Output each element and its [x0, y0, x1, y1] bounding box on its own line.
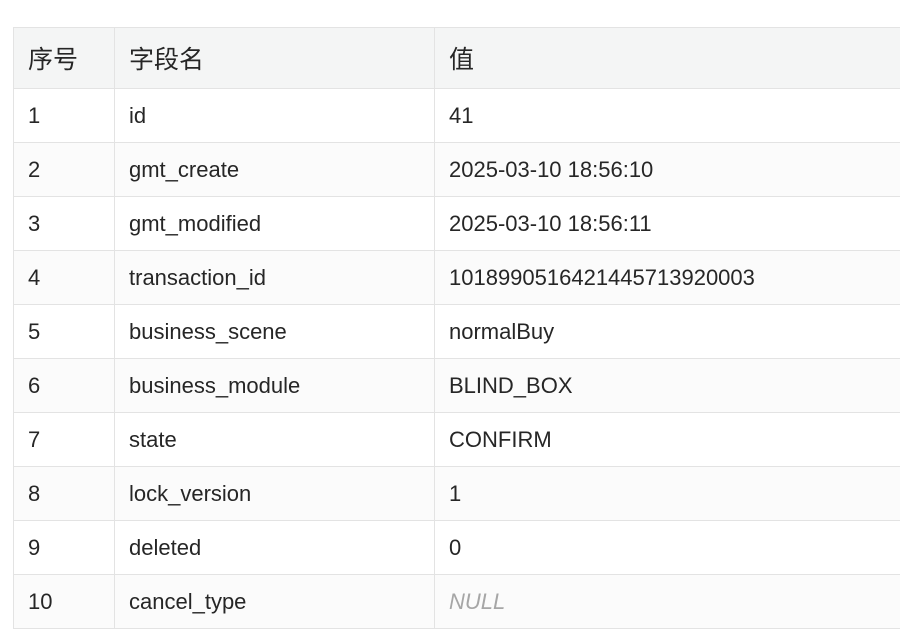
value-cell[interactable]: 1	[434, 466, 900, 521]
row-index-cell[interactable]: 5	[13, 304, 115, 359]
field-name-cell[interactable]: business_module	[114, 358, 435, 413]
field-name-cell[interactable]: id	[114, 88, 435, 143]
field-name-cell[interactable]: gmt_modified	[114, 196, 435, 251]
table-row[interactable]: 6 business_module BLIND_BOX	[13, 358, 900, 413]
value-cell[interactable]: 0	[434, 520, 900, 575]
column-header-index[interactable]: 序号	[13, 27, 115, 89]
field-name-cell[interactable]: transaction_id	[114, 250, 435, 305]
field-name-cell[interactable]: lock_version	[114, 466, 435, 521]
column-header-field-name[interactable]: 字段名	[114, 27, 435, 89]
field-name-cell[interactable]: gmt_create	[114, 142, 435, 197]
row-index-cell[interactable]: 9	[13, 520, 115, 575]
row-index-cell[interactable]: 2	[13, 142, 115, 197]
value-cell[interactable]: 41	[434, 88, 900, 143]
field-name-cell[interactable]: cancel_type	[114, 574, 435, 629]
table-row[interactable]: 4 transaction_id 10189905164214457139200…	[13, 250, 900, 305]
value-cell[interactable]: CONFIRM	[434, 412, 900, 467]
table-row[interactable]: 1 id 41	[13, 88, 900, 143]
row-index-cell[interactable]: 7	[13, 412, 115, 467]
value-cell[interactable]: BLIND_BOX	[434, 358, 900, 413]
row-index-cell[interactable]: 10	[13, 574, 115, 629]
table-row[interactable]: 7 state CONFIRM	[13, 412, 900, 467]
value-cell[interactable]: 2025-03-10 18:56:10	[434, 142, 900, 197]
value-cell[interactable]: 1018990516421445713920003	[434, 250, 900, 305]
row-index-cell[interactable]: 1	[13, 88, 115, 143]
null-value-cell[interactable]: NULL	[434, 574, 900, 629]
result-table: 序号 字段名 值 1 id 41 2 gmt_create 2025-03-10…	[13, 27, 900, 629]
table-row[interactable]: 10 cancel_type NULL	[13, 574, 900, 629]
table-header-row: 序号 字段名 值	[13, 27, 900, 89]
result-table-container: 序号 字段名 值 1 id 41 2 gmt_create 2025-03-10…	[13, 27, 900, 629]
row-index-cell[interactable]: 3	[13, 196, 115, 251]
value-cell[interactable]: normalBuy	[434, 304, 900, 359]
row-index-cell[interactable]: 8	[13, 466, 115, 521]
table-row[interactable]: 2 gmt_create 2025-03-10 18:56:10	[13, 142, 900, 197]
table-row[interactable]: 3 gmt_modified 2025-03-10 18:56:11	[13, 196, 900, 251]
column-header-value[interactable]: 值	[434, 27, 900, 89]
table-row[interactable]: 9 deleted 0	[13, 520, 900, 575]
field-name-cell[interactable]: state	[114, 412, 435, 467]
field-name-cell[interactable]: deleted	[114, 520, 435, 575]
field-name-cell[interactable]: business_scene	[114, 304, 435, 359]
value-cell[interactable]: 2025-03-10 18:56:11	[434, 196, 900, 251]
table-row[interactable]: 8 lock_version 1	[13, 466, 900, 521]
row-index-cell[interactable]: 4	[13, 250, 115, 305]
table-row[interactable]: 5 business_scene normalBuy	[13, 304, 900, 359]
row-index-cell[interactable]: 6	[13, 358, 115, 413]
